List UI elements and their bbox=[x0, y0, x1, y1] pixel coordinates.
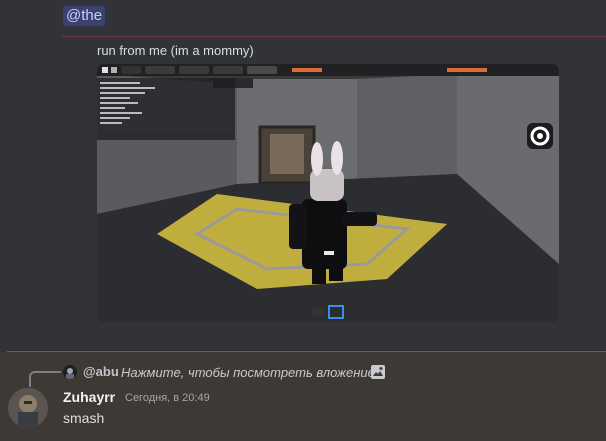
image-icon bbox=[370, 364, 386, 380]
message-content: smash bbox=[63, 410, 105, 426]
timestamp[interactable]: Сегодня, в 20:49 bbox=[125, 392, 210, 404]
reply-preview[interactable]: Нажмите, чтобы посмотреть вложение bbox=[121, 365, 375, 380]
user-mention[interactable]: @the bbox=[63, 6, 106, 26]
embed-caption: run from me (im a mommy) bbox=[97, 43, 254, 58]
run-button[interactable] bbox=[313, 308, 323, 316]
game-chat bbox=[97, 78, 235, 140]
reply-spine bbox=[29, 371, 61, 387]
avatar[interactable] bbox=[8, 388, 48, 428]
username[interactable]: Zuhayrr bbox=[63, 389, 115, 405]
game-top-bar bbox=[97, 64, 559, 76]
reply-avatar[interactable] bbox=[63, 365, 77, 379]
embed-divider bbox=[62, 36, 606, 37]
video-embed[interactable] bbox=[97, 64, 559, 322]
reply-author[interactable]: @abu bbox=[83, 364, 119, 379]
gear-icon[interactable] bbox=[527, 123, 553, 149]
